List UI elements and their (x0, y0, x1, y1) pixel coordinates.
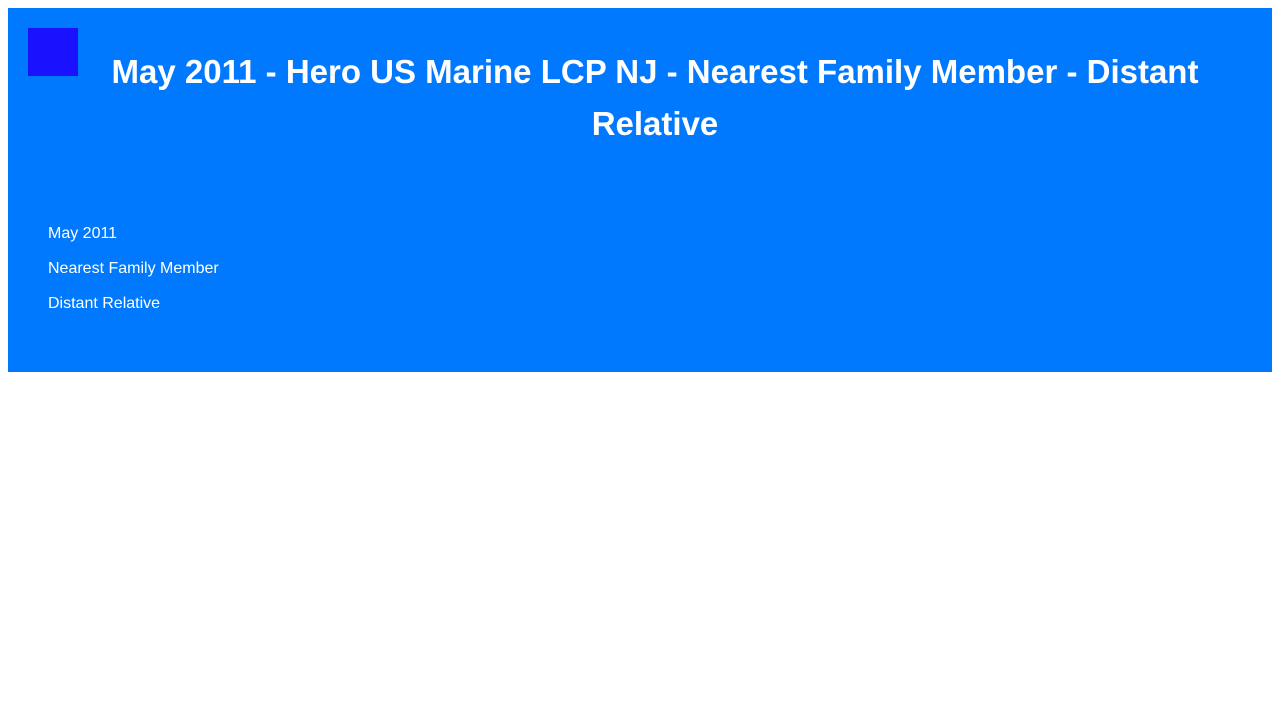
list-item-date: May 2011 (48, 225, 118, 242)
header-banner: May 2011 - Hero US Marine LCP NJ - Neare… (8, 8, 1272, 372)
list-item-distant-relative: Distant Relative (48, 295, 161, 312)
list-item-nearest-family: Nearest Family Member (48, 260, 219, 277)
info-list: May 2011 Nearest Family Member Distant R… (48, 224, 219, 329)
logo-square (28, 28, 78, 76)
page-title: May 2011 - Hero US Marine LCP NJ - Neare… (111, 53, 1199, 142)
